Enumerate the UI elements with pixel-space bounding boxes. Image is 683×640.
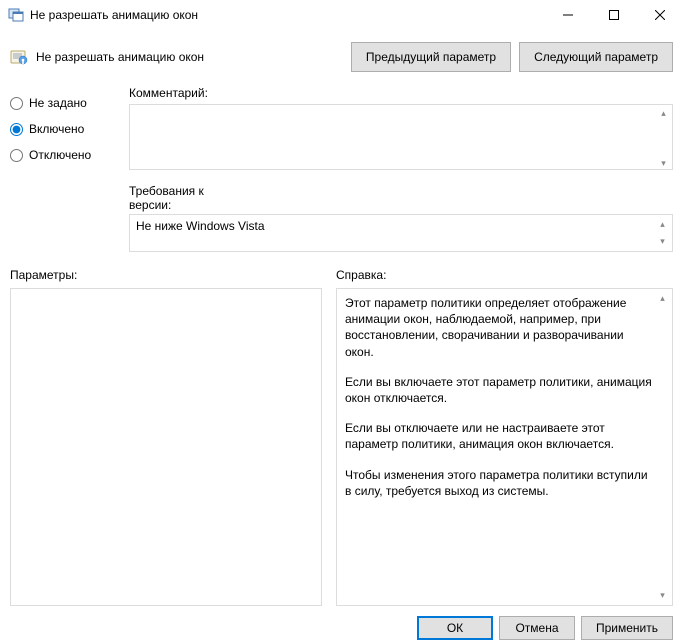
scroll-down-icon: ▾	[654, 587, 671, 604]
radio-disabled-input[interactable]	[10, 149, 23, 162]
radio-not-configured-input[interactable]	[10, 97, 23, 110]
radio-enabled-input[interactable]	[10, 123, 23, 136]
apply-button[interactable]: Применить	[581, 616, 673, 640]
parameters-label: Параметры:	[10, 268, 322, 282]
radio-not-configured-label: Не задано	[29, 96, 87, 110]
state-radio-group: Не задано Включено Отключено	[10, 86, 115, 174]
policy-header: Не разрешать анимацию окон Предыдущий па…	[0, 30, 683, 80]
policy-title: Не разрешать анимацию окон	[36, 50, 343, 64]
help-scrollbar: ▴ ▾	[654, 290, 671, 604]
window-title: Не разрешать анимацию окон	[30, 8, 545, 22]
title-bar: Не разрешать анимацию окон	[0, 0, 683, 30]
cancel-button[interactable]: Отмена	[499, 616, 575, 640]
scroll-up-icon: ▴	[654, 216, 671, 233]
scroll-down-icon: ▾	[654, 233, 671, 250]
help-text-p4: Чтобы изменения этого параметра политики…	[345, 467, 654, 499]
comment-label: Комментарий:	[129, 86, 673, 100]
parameters-panel	[10, 288, 322, 606]
version-value: Не ниже Windows Vista	[136, 219, 265, 233]
app-icon	[8, 7, 24, 23]
help-text-p3: Если вы отключаете или не настраиваете э…	[345, 420, 654, 452]
version-scrollbar: ▴ ▾	[654, 216, 671, 250]
scroll-up-icon: ▴	[654, 290, 671, 307]
radio-disabled-label: Отключено	[29, 148, 91, 162]
version-label: Требования к версии:	[129, 184, 234, 212]
comment-textarea[interactable]	[129, 104, 673, 170]
window-controls	[545, 0, 683, 30]
policy-icon	[10, 48, 28, 66]
ok-button[interactable]: ОК	[417, 616, 493, 640]
help-panel: Этот параметр политики определяет отобра…	[336, 288, 673, 606]
help-text-p1: Этот параметр политики определяет отобра…	[345, 295, 654, 360]
dialog-footer: ОК Отмена Применить	[0, 606, 683, 640]
close-button[interactable]	[637, 0, 683, 30]
previous-setting-button[interactable]: Предыдущий параметр	[351, 42, 511, 72]
radio-not-configured[interactable]: Не задано	[10, 96, 115, 110]
minimize-button[interactable]	[545, 0, 591, 30]
radio-enabled[interactable]: Включено	[10, 122, 115, 136]
radio-enabled-label: Включено	[29, 122, 84, 136]
help-text-p2: Если вы включаете этот параметр политики…	[345, 374, 654, 406]
help-label: Справка:	[336, 268, 673, 282]
version-box: Не ниже Windows Vista ▴ ▾	[129, 214, 673, 252]
maximize-button[interactable]	[591, 0, 637, 30]
next-setting-button[interactable]: Следующий параметр	[519, 42, 673, 72]
radio-disabled[interactable]: Отключено	[10, 148, 115, 162]
